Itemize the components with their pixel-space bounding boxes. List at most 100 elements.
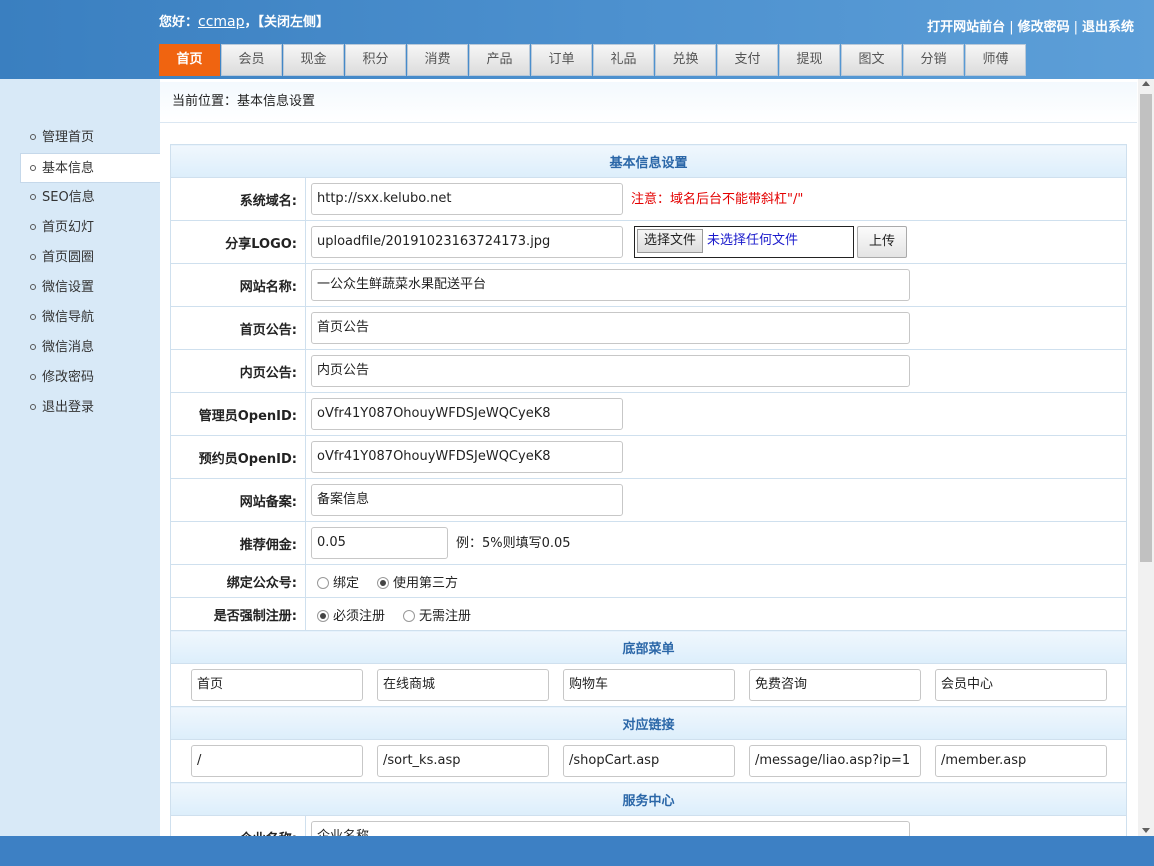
sidebar-item-circles[interactable]: 首页圆圈 — [0, 243, 160, 273]
tab-order[interactable]: 订单 — [531, 44, 592, 76]
scroll-down-arrow-icon[interactable] — [1142, 828, 1150, 833]
breadcrumb-current: 基本信息设置 — [237, 94, 316, 109]
breadcrumb: 当前位置：基本信息设置 — [160, 82, 1137, 123]
bottom-menu-input[interactable]: 在线商城 — [377, 669, 549, 701]
separator: | — [1073, 20, 1078, 35]
logo-label: 分享LOGO: — [170, 220, 306, 264]
bottom-menu-input[interactable]: 首页 — [191, 669, 363, 701]
scrollbar[interactable] — [1138, 79, 1154, 836]
tab-product[interactable]: 产品 — [469, 44, 530, 76]
tab-member[interactable]: 会员 — [221, 44, 282, 76]
close-left-link[interactable]: ，【关闭左侧】 — [245, 15, 330, 30]
bullet-icon — [30, 404, 36, 410]
tab-master[interactable]: 师傅 — [965, 44, 1026, 76]
settings-form: 基本信息设置 系统域名: http://sxx.kelubo.net 注意：域名后… — [170, 144, 1127, 836]
site-name-input[interactable]: 一公众生鲜蔬菜水果配送平台 — [311, 269, 910, 301]
domain-input[interactable]: http://sxx.kelubo.net — [311, 183, 623, 215]
tab-points[interactable]: 积分 — [345, 44, 406, 76]
radio-no-register-label: 无需注册 — [419, 608, 472, 624]
booking-openid-input[interactable]: oVfr41Y087OhouyWFDSJeWQCyeK8 — [311, 441, 623, 473]
sidebar-item-wechat-settings[interactable]: 微信设置 — [0, 273, 160, 303]
radio-must-register[interactable] — [317, 609, 329, 622]
inner-notice-label: 内页公告: — [170, 349, 306, 393]
inner-notice-input[interactable]: 内页公告 — [311, 355, 910, 387]
admin-openid-input[interactable]: oVfr41Y087OhouyWFDSJeWQCyeK8 — [311, 398, 623, 430]
section-title-bottom-menu: 底部菜单 — [170, 630, 1127, 664]
sidebar-item-label: 首页幻灯 — [42, 220, 95, 235]
tab-exchange[interactable]: 兑换 — [655, 44, 716, 76]
sidebar-item-label: 微信消息 — [42, 340, 95, 355]
file-status: 未选择任何文件 — [707, 233, 799, 248]
choose-file-button[interactable]: 选择文件 — [637, 229, 704, 253]
sidebar-item-label: 首页圆圈 — [42, 250, 95, 265]
company-label: 企业名称: — [170, 815, 306, 836]
domain-warning: 注意：域名后台不能带斜杠"/" — [631, 191, 804, 207]
bullet-icon — [30, 134, 36, 140]
bullet-icon — [30, 284, 36, 290]
logout-link[interactable]: 退出系统 — [1082, 20, 1134, 35]
tab-cash[interactable]: 现金 — [283, 44, 344, 76]
tab-consume[interactable]: 消费 — [407, 44, 468, 76]
separator: | — [1009, 20, 1014, 35]
footer-bar — [0, 836, 1154, 866]
main-nav: 首页 会员 现金 积分 消费 产品 订单 礼品 兑换 支付 提现 图文 分销 师… — [159, 44, 1027, 76]
commission-hint: 例：5%则填写0.05 — [456, 535, 571, 551]
icp-label: 网站备案: — [170, 478, 306, 522]
bullet-icon — [30, 344, 36, 350]
section-title-basic: 基本信息设置 — [170, 144, 1127, 178]
sidebar-item-label: 修改密码 — [42, 370, 95, 385]
tab-gift[interactable]: 礼品 — [593, 44, 654, 76]
radio-bind[interactable] — [317, 576, 329, 589]
company-input[interactable]: 企业名称 — [311, 821, 910, 836]
link-input[interactable]: / — [191, 745, 363, 777]
link-input[interactable]: /sort_ks.asp — [377, 745, 549, 777]
link-input[interactable]: /shopCart.asp — [563, 745, 735, 777]
top-links: 打开网站前台 | 修改密码 | 退出系统 — [927, 16, 1134, 35]
tab-payment[interactable]: 支付 — [717, 44, 778, 76]
tab-home[interactable]: 首页 — [159, 44, 220, 76]
breadcrumb-prefix: 当前位置： — [172, 94, 238, 109]
username-link[interactable]: ccmap — [198, 14, 245, 30]
sidebar-item-slides[interactable]: 首页幻灯 — [0, 213, 160, 243]
open-frontend-link[interactable]: 打开网站前台 — [927, 20, 1005, 35]
bottom-menu-input[interactable]: 免费咨询 — [749, 669, 921, 701]
sidebar-item-basic-info[interactable]: 基本信息 — [20, 153, 160, 183]
link-input[interactable]: /member.asp — [935, 745, 1107, 777]
sidebar-item-logout[interactable]: 退出登录 — [0, 393, 160, 423]
domain-label: 系统域名: — [170, 177, 306, 221]
greeting-prefix: 您好： — [159, 15, 199, 30]
content-area: 当前位置：基本信息设置 基本信息设置 系统域名: http://sxx.kelu… — [160, 79, 1138, 836]
force-register-label: 是否强制注册: — [170, 597, 306, 631]
tab-withdraw[interactable]: 提现 — [779, 44, 840, 76]
sidebar-item-label: 管理首页 — [42, 130, 95, 145]
scroll-up-arrow-icon[interactable] — [1142, 81, 1150, 86]
commission-input[interactable]: 0.05 — [311, 527, 448, 559]
sidebar-item-label: SEO信息 — [42, 190, 95, 205]
sidebar-item-wechat-messages[interactable]: 微信消息 — [0, 333, 160, 363]
booking-openid-label: 预约员OpenID: — [170, 435, 306, 479]
sidebar-item-label: 退出登录 — [42, 400, 95, 415]
side-menu: 管理首页 基本信息 SEO信息 首页幻灯 首页圆圈 微信设置 微信导航 微信消息… — [0, 123, 160, 423]
bullet-icon — [30, 224, 36, 230]
sidebar-item-wechat-nav[interactable]: 微信导航 — [0, 303, 160, 333]
upload-button[interactable]: 上传 — [857, 226, 907, 258]
tab-article[interactable]: 图文 — [841, 44, 902, 76]
bottom-menu-input[interactable]: 会员中心 — [935, 669, 1107, 701]
sidebar-item-change-password[interactable]: 修改密码 — [0, 363, 160, 393]
link-input[interactable]: /message/liao.asp?ip=1 — [749, 745, 921, 777]
radio-no-register[interactable] — [403, 609, 416, 622]
bottom-menu-input[interactable]: 购物车 — [563, 669, 735, 701]
sidebar: 管理首页 基本信息 SEO信息 首页幻灯 首页圆圈 微信设置 微信导航 微信消息… — [0, 79, 160, 836]
home-notice-input[interactable]: 首页公告 — [311, 312, 910, 344]
logo-input[interactable]: uploadfile/20191023163724173.jpg — [311, 226, 623, 258]
sidebar-item-seo[interactable]: SEO信息 — [0, 183, 160, 213]
icp-input[interactable]: 备案信息 — [311, 484, 623, 516]
scroll-thumb[interactable] — [1140, 94, 1152, 562]
change-password-link[interactable]: 修改密码 — [1018, 20, 1070, 35]
tab-distribution[interactable]: 分销 — [903, 44, 964, 76]
radio-third-party[interactable] — [377, 576, 390, 589]
sidebar-item-admin-home[interactable]: 管理首页 — [0, 123, 160, 153]
site-name-label: 网站名称: — [170, 263, 306, 307]
greeting: 您好：ccmap，【关闭左侧】 — [159, 11, 329, 30]
bullet-icon — [30, 374, 36, 380]
